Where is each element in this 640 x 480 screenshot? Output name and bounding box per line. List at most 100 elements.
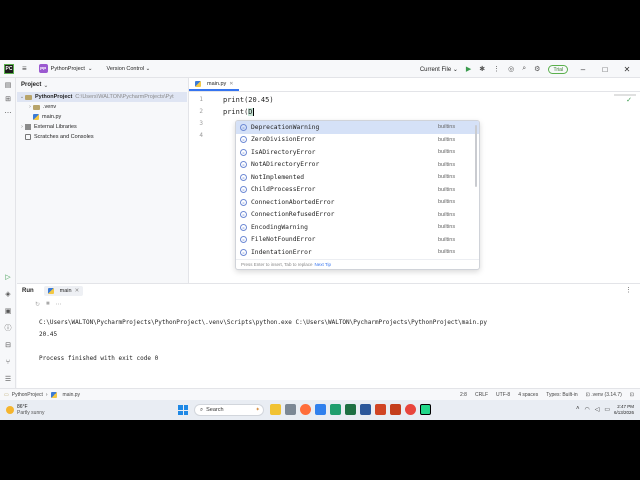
completion-item[interactable]: c ConnectionAbortedError builtins xyxy=(236,196,479,209)
completion-item[interactable]: c FileNotFoundError builtins xyxy=(236,234,479,247)
chevron-up-icon[interactable]: ˄ xyxy=(576,406,580,413)
console-output[interactable]: C:\Users\WALTON\PycharmProjects\PythonPr… xyxy=(39,317,487,365)
search-icon[interactable]: ⌕ xyxy=(522,65,526,73)
copilot-icon[interactable] xyxy=(300,404,311,415)
tree-item-external-libraries[interactable]: › External Libraries xyxy=(17,122,187,132)
close-tab-icon[interactable]: ✕ xyxy=(229,81,233,87)
completion-item[interactable]: c ZeroDivisionError builtins xyxy=(236,134,479,147)
completion-item[interactable]: c NotImplemented builtins xyxy=(236,171,479,184)
code-line-1[interactable]: print(20.45) xyxy=(223,94,274,106)
windows-start-icon[interactable] xyxy=(178,405,188,415)
settings-gear-icon[interactable]: ⚙ xyxy=(534,65,540,73)
completion-item-source: builtins xyxy=(438,174,456,181)
tree-item-main[interactable]: main.py xyxy=(17,112,187,122)
interpreter-selector[interactable]: ⊡ .venv (3.14.7) xyxy=(586,392,622,398)
chevron-down-icon: ⌄ xyxy=(145,65,151,72)
completion-popup[interactable]: c DeprecationWarning builtins c ZeroDivision… xyxy=(235,120,480,270)
project-name: PythonProject xyxy=(50,65,85,72)
close-button[interactable]: ✕ xyxy=(620,65,634,74)
powerpoint-icon[interactable] xyxy=(375,404,386,415)
tab-main-py[interactable]: main.py ✕ xyxy=(189,78,240,91)
speaker-icon[interactable]: ◁ xyxy=(595,406,600,413)
class-icon: c xyxy=(240,186,247,194)
completion-item[interactable]: c NotADirectoryError builtins xyxy=(236,159,479,172)
file-explorer-icon[interactable] xyxy=(270,404,281,415)
main-menu-icon[interactable]: ≡ xyxy=(22,64,27,73)
completion-item[interactable]: c IndentationError builtins xyxy=(236,246,479,259)
lock-icon[interactable]: ⊡ xyxy=(630,392,634,398)
terminal-icon[interactable]: ⊟ xyxy=(3,340,13,350)
task-view-icon[interactable] xyxy=(285,404,296,415)
project-tool-icon[interactable]: ▤ xyxy=(3,80,13,90)
run-tab-main[interactable]: main ✕ xyxy=(43,286,84,296)
problems-icon[interactable]: ⓘ xyxy=(3,323,13,333)
pycharm-taskbar-icon[interactable] xyxy=(420,404,431,415)
version-control-icon[interactable]: ⑂ xyxy=(3,357,13,367)
battery-icon[interactable]: ▭ xyxy=(604,406,610,413)
left-tool-strip: ▤ ⊞ ⋯ ▷ ◈ ▣ ⓘ ⊟ ⑂ ☰ xyxy=(0,78,16,388)
more-actions-icon[interactable]: ⋮ xyxy=(493,65,500,73)
folder-icon: ▭ xyxy=(4,391,9,398)
tab-label: main.py xyxy=(207,80,227,87)
debug-icon[interactable]: ✱ xyxy=(479,65,485,73)
title-bar: PC ≡ PP PythonProject ⌄ Version Control … xyxy=(0,60,640,78)
edge-icon[interactable] xyxy=(315,404,326,415)
pycharm-logo-icon[interactable]: PC xyxy=(4,63,14,74)
run-tool-icon[interactable]: ▷ xyxy=(3,272,13,282)
code-line-2[interactable]: print(D xyxy=(223,106,274,118)
popup-scrollbar[interactable] xyxy=(475,125,477,187)
run-icon[interactable]: ▶ xyxy=(466,65,471,73)
class-icon: c xyxy=(240,173,247,181)
services-icon[interactable]: ☰ xyxy=(3,374,13,384)
breadcrumb-project[interactable]: PythonProject xyxy=(12,392,43,398)
stop-icon[interactable]: ■ xyxy=(46,301,50,307)
more-options-icon[interactable]: ⋮ xyxy=(625,286,632,294)
more-icon[interactable]: ⋯ xyxy=(56,301,62,308)
search-highlight-icon: ✦ xyxy=(255,407,260,413)
caret-position[interactable]: 2:8 xyxy=(460,392,467,398)
types-setting[interactable]: Types: Built-in xyxy=(546,392,577,398)
chrome-icon[interactable] xyxy=(405,404,416,415)
minimize-button[interactable]: – xyxy=(576,65,590,74)
trial-badge[interactable]: Trial xyxy=(548,64,568,74)
tree-item-root[interactable]: ⌄ PythonProject C:\Users\WALTON\PycharmP… xyxy=(17,92,187,102)
ai-assistant-icon[interactable]: ◎ xyxy=(508,65,514,73)
excel-icon[interactable] xyxy=(345,404,356,415)
next-tip-link[interactable]: Next Tip xyxy=(314,262,331,267)
completion-item[interactable]: c ChildProcessError builtins xyxy=(236,184,479,197)
version-control-menu[interactable]: Version Control ⌄ xyxy=(107,66,151,72)
weather-widget[interactable]: 86°F Partly sunny xyxy=(6,404,45,416)
tree-item-venv[interactable]: › .venv xyxy=(17,102,187,112)
indent-setting[interactable]: 4 spaces xyxy=(518,392,538,398)
completion-item[interactable]: c IsADirectoryError builtins xyxy=(236,146,479,159)
edge-browser-icon[interactable] xyxy=(330,404,341,415)
file-encoding[interactable]: UTF-8 xyxy=(496,392,510,398)
completion-item[interactable]: c EncodingWarning builtins xyxy=(236,221,479,234)
maximize-button[interactable]: □ xyxy=(598,65,612,74)
office-icon[interactable] xyxy=(390,404,401,415)
taskbar-search[interactable]: ⌕ Search ✦ xyxy=(194,404,264,416)
word-icon[interactable] xyxy=(360,404,371,415)
python-console-icon[interactable]: ▣ xyxy=(3,306,13,316)
wifi-icon[interactable]: ◠ xyxy=(584,406,589,413)
run-panel-title: Run xyxy=(22,288,34,294)
no-problems-check-icon[interactable]: ✓ xyxy=(626,96,632,104)
project-switcher[interactable]: PP PythonProject ⌄ xyxy=(38,64,93,73)
breadcrumb-file[interactable]: main.py xyxy=(63,392,81,398)
interpreter-label: .venv (3.14.7) xyxy=(591,391,622,398)
taskbar-clock[interactable]: 2:47 PM 6/13/2026 xyxy=(614,404,634,416)
python-packages-icon[interactable]: ◈ xyxy=(3,289,13,299)
close-tab-icon[interactable]: ✕ xyxy=(75,288,80,294)
completion-item[interactable]: c ConnectionRefusedError builtins xyxy=(236,209,479,222)
clock-date: 6/13/2026 xyxy=(613,410,634,415)
run-config-selector[interactable]: Current File ⌄ xyxy=(420,66,458,73)
tree-item-scratches[interactable]: Scratches and Consoles xyxy=(17,132,187,142)
class-icon: c xyxy=(240,161,247,169)
line-separator[interactable]: CRLF xyxy=(475,392,488,398)
project-panel-header[interactable]: Project ⌄ xyxy=(17,78,187,92)
structure-tool-icon[interactable]: ⊞ xyxy=(3,94,13,104)
code-lines[interactable]: print(20.45) print(D xyxy=(223,94,274,118)
completion-item[interactable]: c DeprecationWarning builtins xyxy=(236,121,479,134)
rerun-icon[interactable]: ↻ xyxy=(35,301,40,308)
more-tools-icon[interactable]: ⋯ xyxy=(3,108,13,118)
